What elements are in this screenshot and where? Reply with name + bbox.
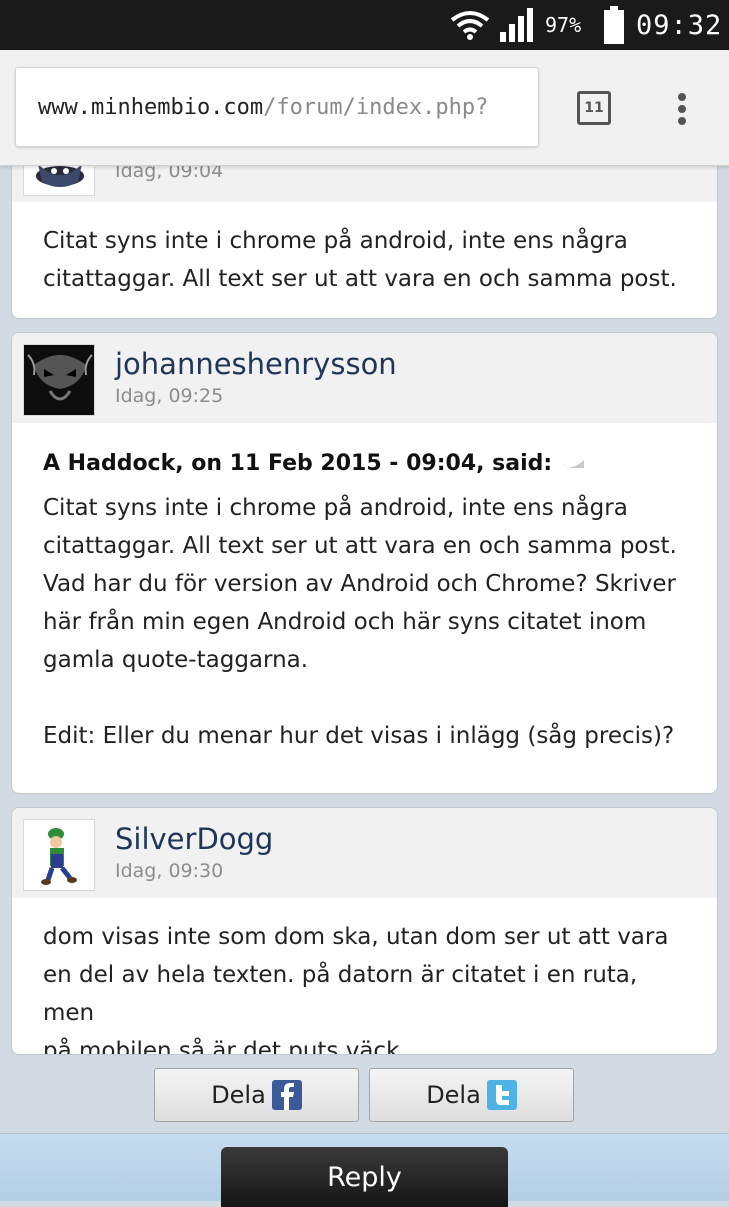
post-line: på mobilen så är det puts väck.: [43, 1038, 407, 1055]
wifi-icon: [450, 0, 490, 50]
clock: 09:32: [636, 9, 723, 41]
browser-toolbar: www.minhembio.com/forum/index.php? 11: [0, 50, 729, 166]
post-line: citattaggar. All text ser ut att vara en…: [43, 533, 677, 559]
post-date: Idag, 09:25: [115, 385, 224, 407]
quote-citation: A Haddock, on 11 Feb 2015 - 09:04, said:: [43, 445, 686, 483]
twitter-icon: [486, 1080, 517, 1110]
battery-icon: [603, 0, 625, 50]
url-host: www.minhembio.com: [38, 94, 264, 120]
share-facebook-label: Dela: [211, 1081, 266, 1109]
post-author[interactable]: SilverDogg: [115, 822, 273, 856]
post-line: [43, 679, 686, 717]
share-twitter-button[interactable]: Dela: [369, 1068, 574, 1122]
post-line: Citat syns inte i chrome på android, int…: [43, 495, 628, 521]
quote-citation-text: A Haddock, on 11 Feb 2015 - 09:04, said:: [43, 451, 553, 476]
post-line: Vad har du för version av Android och Ch…: [43, 571, 676, 597]
post-header: johanneshenrysson Idag, 09:25: [12, 333, 717, 423]
post-line: gamla quote-taggarna.: [43, 647, 309, 673]
facebook-icon: [271, 1080, 302, 1110]
share-facebook-button[interactable]: Dela: [154, 1068, 359, 1122]
forum-post: SilverDogg Idag, 09:30 dom visas inte so…: [11, 807, 718, 1055]
post-line: citattaggar. All text ser ut att vara en…: [43, 266, 677, 292]
footer-bar: Reply: [0, 1133, 729, 1207]
post-body: Citat syns inte i chrome på android, int…: [12, 202, 717, 318]
status-bar: 97% 09:32: [0, 0, 729, 50]
avatar[interactable]: [23, 344, 95, 416]
post-line: Edit: Eller du menar hur det visas i inl…: [43, 723, 675, 749]
share-twitter-label: Dela: [426, 1081, 481, 1109]
signal-icon: [498, 0, 540, 50]
post-line: dom visas inte som dom ska, utan dom ser…: [43, 924, 669, 950]
tab-switcher-button[interactable]: 11: [577, 91, 611, 125]
post-body: dom visas inte som dom ska, utan dom ser…: [12, 898, 717, 1055]
overflow-menu-icon[interactable]: [672, 90, 692, 128]
battery-percent: 97%: [545, 13, 582, 37]
address-bar[interactable]: www.minhembio.com/forum/index.php?: [15, 67, 539, 147]
post-body: A Haddock, on 11 Feb 2015 - 09:04, said:…: [12, 423, 717, 779]
url-path: /forum/index.php?: [263, 94, 489, 120]
avatar[interactable]: [23, 819, 95, 891]
forum-post: johanneshenrysson Idag, 09:25 A Haddock,…: [11, 332, 718, 794]
view-post-icon[interactable]: [560, 451, 586, 476]
post-date: Idag, 09:30: [115, 860, 224, 882]
post-line: här från min egen Android och här syns c…: [43, 609, 647, 635]
post-line: en del av hela texten. på datorn är cita…: [43, 962, 638, 1026]
post-line: Citat syns inte i chrome på android, int…: [43, 228, 628, 254]
post-header: SilverDogg Idag, 09:30: [12, 808, 717, 898]
reply-button[interactable]: Reply: [221, 1147, 508, 1207]
post-author[interactable]: johanneshenrysson: [115, 347, 397, 381]
